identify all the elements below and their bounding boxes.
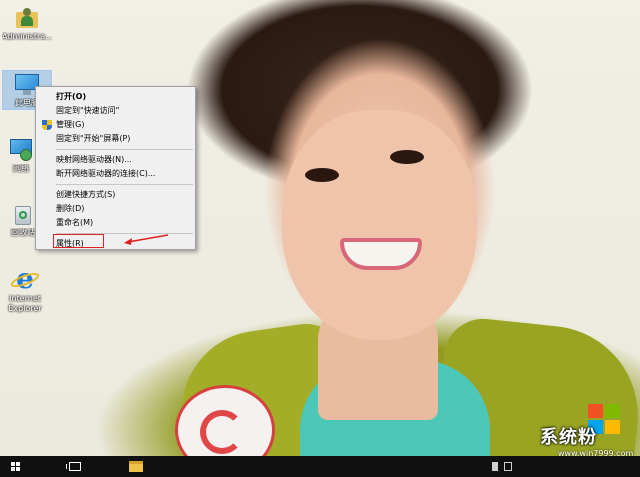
desktop-icon-internet-explorer[interactable]: e Internet Explorer [0,265,50,314]
menu-item-label: 管理(G) [56,120,85,129]
tray-usb-icon[interactable] [492,462,498,471]
tray-network-icon[interactable] [504,462,512,471]
menu-separator [56,184,193,185]
menu-item-label: 创建快捷方式(S) [56,190,116,199]
menu-item-pin-start[interactable]: 固定到"开始"屏幕(P) [36,132,195,146]
internet-explorer-icon: e [9,265,41,293]
desktop-icon-label: Internet Explorer [8,294,42,313]
wallpaper-eye-left [305,168,339,182]
uac-shield-icon [42,120,52,130]
file-explorer-icon [129,461,143,472]
wallpaper-eye-right [390,150,424,164]
menu-item-label: 重命名(M) [56,218,94,227]
menu-item-label: 固定到"快速访问" [56,106,120,115]
taskbar [0,456,640,477]
menu-item-map-network-drive[interactable]: 映射网络驱动器(N)... [36,153,195,167]
watermark: 系统粉 www.win7999.com [508,398,640,458]
task-view-button[interactable] [30,456,81,477]
menu-item-disconnect-network-drive[interactable]: 断开网络驱动器的连接(C)... [36,167,195,181]
wallpaper-badge-logo [200,410,244,454]
menu-separator [56,149,193,150]
properties-highlight-box [53,234,104,248]
menu-item-pin-quick-access[interactable]: 固定到"快速访问" [36,104,195,118]
recycle-bin-icon [12,202,34,226]
menu-item-create-shortcut[interactable]: 创建快捷方式(S) [36,188,195,202]
user-folder-icon [16,6,38,30]
watermark-title: 系统粉 [540,427,597,448]
desktop-icon-administrator[interactable]: Administra... [2,6,52,42]
menu-item-label: 打开(O) [56,92,87,101]
menu-item-label: 固定到"开始"屏幕(P) [56,134,131,143]
menu-item-delete[interactable]: 删除(D) [36,202,195,216]
menu-item-label: 删除(D) [56,204,85,213]
menu-item-label: 断开网络驱动器的连接(C)... [56,169,156,178]
menu-item-manage[interactable]: 管理(G) [36,118,195,132]
desktop-icon-label: Administra... [2,32,52,41]
menu-item-label: 映射网络驱动器(N)... [56,155,132,164]
start-button[interactable] [0,456,30,477]
start-icon [11,462,21,472]
menu-item-open[interactable]: 打开(O) [36,90,195,104]
wallpaper-smile [340,238,422,270]
network-icon [8,138,34,162]
context-menu: 打开(O) 固定到"快速访问" 管理(G) 固定到"开始"屏幕(P) 映射网络驱… [35,86,196,250]
wallpaper-face [282,110,477,340]
red-arrow-icon [124,234,169,245]
menu-item-rename[interactable]: 重命名(M) [36,216,195,230]
file-explorer-button[interactable] [60,456,143,477]
